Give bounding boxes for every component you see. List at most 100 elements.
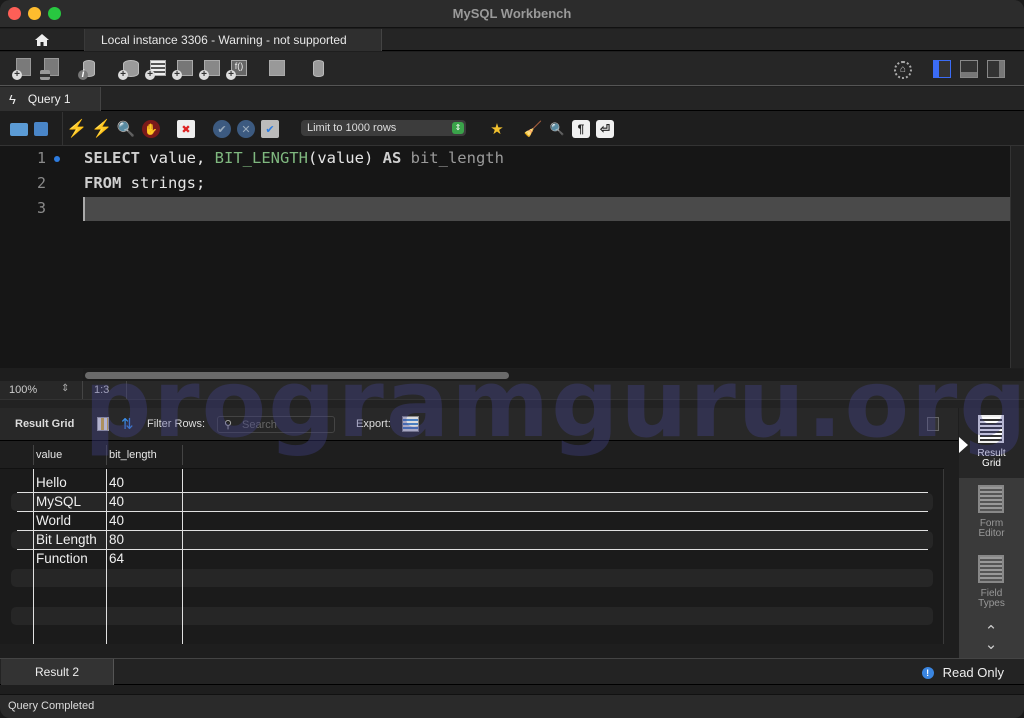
add-snippet-icon[interactable]: ★ <box>488 120 506 138</box>
invisible-chars-icon[interactable]: ¶ <box>572 120 590 138</box>
row-divider <box>17 511 928 512</box>
toggle-output-panel-icon[interactable] <box>960 60 978 78</box>
cell-value[interactable]: Hello <box>36 475 67 490</box>
result-grid-label: Result Grid <box>15 418 75 430</box>
more-chevron-icon[interactable]: ⌃ ⌄ <box>980 624 1002 652</box>
side-item-label: Types <box>978 598 1005 609</box>
row-divider <box>17 530 928 531</box>
output-splitter[interactable] <box>0 686 1024 694</box>
column-header-bit-length[interactable]: bit_length <box>109 449 157 461</box>
zoom-level[interactable]: 100% <box>9 384 37 396</box>
row-stripe <box>11 607 933 625</box>
execute-current-statement-icon[interactable]: ⚡ <box>91 119 112 138</box>
side-item-label: Grid <box>982 458 1001 469</box>
cell-bit-length[interactable]: 40 <box>109 494 124 509</box>
commit-icon[interactable]: ✔ <box>213 120 231 138</box>
wrap-cell-content-icon[interactable] <box>927 417 939 431</box>
word-wrap-icon[interactable]: ⏎ <box>596 120 614 138</box>
scrollbar-thumb[interactable] <box>85 372 509 379</box>
mysql-workbench-window: MySQL Workbench Local instance 3306 - Wa… <box>0 0 1024 718</box>
create-view-icon[interactable]: + <box>172 58 194 80</box>
cell-value[interactable]: Function <box>36 551 88 566</box>
toggle-sidebar-icon[interactable] <box>933 60 951 78</box>
editor-results-splitter[interactable] <box>0 399 1024 408</box>
save-icon[interactable] <box>34 122 48 136</box>
open-sql-file-icon[interactable]: ▬ <box>40 58 62 80</box>
export-icon[interactable] <box>402 416 419 432</box>
cell-bit-length[interactable]: 64 <box>109 551 124 566</box>
cell-bit-length[interactable]: 40 <box>109 513 124 528</box>
column-divider <box>182 469 183 644</box>
explain-icon[interactable]: 🔍 <box>117 120 136 138</box>
toggle-secondary-sidebar-icon[interactable] <box>987 60 1005 78</box>
sql-editor-toolbar: ⚡ ⚡ 🔍 ✋ ✖ ✔ ✕ ✔ ★ 🧹 🔍 ¶ ⏎ <box>0 112 1024 146</box>
code-token: AS <box>382 149 402 167</box>
stop-query-icon[interactable]: ✋ <box>142 120 160 138</box>
create-table-icon[interactable]: + <box>145 58 167 80</box>
search-input[interactable] <box>242 418 330 431</box>
create-schema-icon[interactable]: + <box>118 58 140 80</box>
tab-query-1[interactable]: ϟ Query 1 <box>0 87 101 111</box>
new-sql-tab-icon[interactable]: + <box>12 58 34 80</box>
line-number: 1 <box>36 149 46 167</box>
search-table-data-icon[interactable] <box>264 58 286 80</box>
statement-marker-icon <box>54 156 60 162</box>
connection-tab[interactable]: Local instance 3306 - Warning - not supp… <box>85 29 382 51</box>
editor-vertical-scrollbar[interactable] <box>1010 146 1024 368</box>
cell-value[interactable]: Bit Length <box>36 532 97 547</box>
open-file-icon[interactable] <box>10 123 28 136</box>
read-only-indicator: ! Read Only <box>921 665 1004 680</box>
preferences-gear-icon[interactable]: ⌂ <box>894 61 912 79</box>
search-icon: ⚲ <box>224 419 233 431</box>
filter-search-field[interactable]: ⚲ <box>217 416 335 433</box>
lightning-icon: ϟ <box>9 91 16 107</box>
cell-value[interactable]: World <box>36 513 71 528</box>
result-grid-icon <box>978 415 1004 443</box>
execute-all-icon[interactable]: ⚡ <box>66 119 87 138</box>
home-tab[interactable] <box>0 29 85 51</box>
side-item-result-grid[interactable]: Result Grid <box>959 408 1024 478</box>
rollback-icon[interactable]: ✕ <box>237 120 255 138</box>
schema-inspector-icon[interactable]: i <box>78 58 100 80</box>
editor-horizontal-scrollbar[interactable] <box>83 369 1023 381</box>
cell-value[interactable]: MySQL <box>36 494 81 509</box>
tab-result-2[interactable]: Result 2 <box>1 659 114 685</box>
cell-bit-length[interactable]: 40 <box>109 475 124 490</box>
toggle-continue-on-error-icon[interactable]: ✖ <box>177 120 195 138</box>
sql-editor[interactable]: 1 2 3 SELECT value, BIT_LENGTH(value) AS… <box>0 146 1010 368</box>
title-bar: MySQL Workbench <box>0 0 1024 28</box>
column-header-value[interactable]: value <box>36 449 62 461</box>
cell-bit-length[interactable]: 80 <box>109 532 124 547</box>
code-token: bit_length <box>401 149 504 167</box>
refresh-icon[interactable]: ⇅ <box>121 415 134 433</box>
line-number-gutter: 1 2 3 <box>0 146 70 368</box>
code-line-2: FROM strings; <box>84 174 205 192</box>
read-only-label: Read Only <box>942 665 1004 680</box>
select-stepper-icon: ⇕ <box>452 122 464 134</box>
code-token: SELECT <box>84 149 140 167</box>
row-divider <box>17 549 928 550</box>
create-function-icon[interactable]: f() + <box>226 58 248 80</box>
result-side-panel: Result Grid Form Editor Field Types ⌃ ⌄ <box>959 408 1024 658</box>
form-editor-icon <box>978 485 1004 513</box>
result-grid[interactable]: value bit_length Hello 40 MySQL 40 World 40 Bi… <box>0 441 944 644</box>
column-visibility-icon[interactable] <box>97 417 109 431</box>
reconnect-icon[interactable] <box>305 58 327 80</box>
row-stripe <box>11 493 933 511</box>
code-token: FROM <box>84 174 122 192</box>
window-title: MySQL Workbench <box>452 6 572 21</box>
limit-rows-select[interactable]: Limit to 1000 rows ⇕ <box>301 120 466 136</box>
connection-tab-bar: Local instance 3306 - Warning - not supp… <box>0 29 1024 51</box>
code-token: (value) <box>307 149 383 167</box>
status-bar: Query Completed <box>0 694 1024 718</box>
create-procedure-icon[interactable]: + <box>199 58 221 80</box>
autocommit-icon[interactable]: ✔ <box>261 120 279 138</box>
find-icon[interactable]: 🔍 <box>548 120 566 138</box>
zoom-stepper-icon[interactable]: ⇕ <box>61 383 69 394</box>
column-divider <box>33 469 34 644</box>
export-label: Export: <box>356 418 391 430</box>
beautify-icon[interactable]: 🧹 <box>524 120 543 138</box>
line-number: 2 <box>36 174 46 192</box>
code-token: strings; <box>121 174 206 192</box>
query-tab-bar: ϟ Query 1 <box>0 87 1024 111</box>
